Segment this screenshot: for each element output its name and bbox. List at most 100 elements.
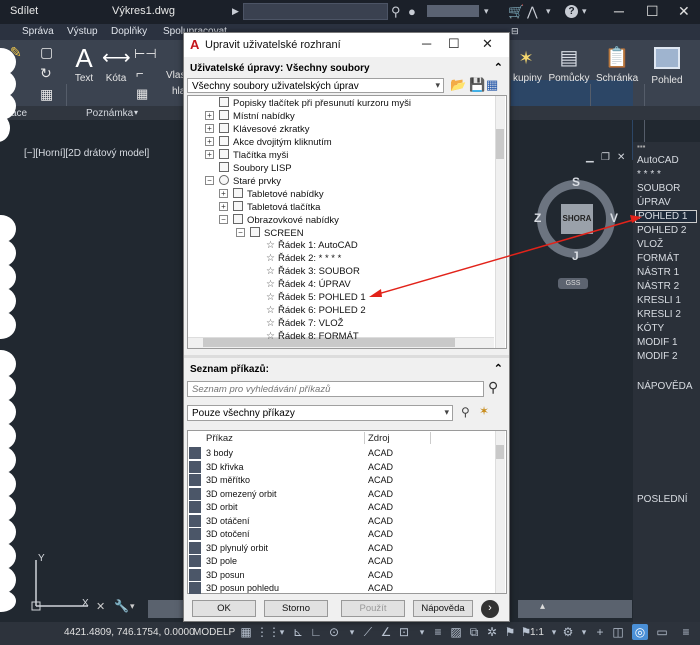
screen-menu-item[interactable]: * * * *	[637, 169, 661, 180]
screen-menu-item[interactable]: MODIF 1	[637, 337, 678, 348]
viewport-label[interactable]: [−][Horní][2D drátový model]	[24, 148, 149, 159]
viewcube-top-face[interactable]: SHORA	[561, 204, 593, 234]
copy-icon[interactable]: ▢	[40, 44, 53, 61]
collapse-icon[interactable]: −	[219, 215, 228, 224]
table-row[interactable]: 3D plynulý orbit ACAD	[188, 541, 491, 556]
screen-menu-item[interactable]: SOUBOR	[637, 183, 680, 194]
chevron-down-icon[interactable]: ▾	[576, 624, 592, 640]
screen-menu-item[interactable]: FORMÁT	[637, 253, 679, 264]
screen-menu-item[interactable]: AutoCAD	[637, 155, 679, 166]
close-icon[interactable]: ✕	[96, 600, 105, 613]
customizations-panel-header[interactable]: Uživatelské úpravy: Všechny soubory ⌃	[184, 61, 509, 77]
chevron-down-icon[interactable]: ▾	[414, 624, 430, 640]
column-divider[interactable]	[430, 432, 431, 444]
command-line-input[interactable]	[148, 600, 184, 618]
tree-item[interactable]: ☆ Řádek 7: VLOŽ	[266, 318, 343, 331]
screen-menu-item[interactable]: ÚPRAV	[637, 197, 671, 208]
3d-osnap-icon[interactable]: ✲	[484, 624, 500, 640]
selection-cycling-icon[interactable]: ⧉	[466, 624, 482, 640]
compass-west[interactable]: Z	[534, 211, 541, 225]
linear-dim-icon[interactable]: ⊢⊣	[134, 46, 157, 62]
isolate-icon[interactable]: ◫	[610, 624, 626, 640]
screen-menu-item[interactable]: KRESLI 2	[637, 309, 681, 320]
snap-icon[interactable]: ⋮⋮	[256, 624, 280, 640]
search-input[interactable]	[243, 3, 388, 20]
tree-item[interactable]: − Obrazovkové nabídky	[219, 214, 339, 227]
table-row[interactable]: 3D omezený orbit ACAD	[188, 487, 491, 502]
open-file-icon[interactable]: 📂	[450, 77, 466, 93]
tree-item[interactable]: ☆ Řádek 6: POHLED 2	[266, 305, 366, 318]
save-icon[interactable]: 💾	[469, 77, 485, 93]
maximize-icon[interactable]: ☐	[646, 3, 659, 19]
annotation-icon[interactable]: ⚑	[502, 624, 518, 640]
transparency-icon[interactable]: ▨	[448, 624, 464, 640]
table-row[interactable]: 3D měřítko ACAD	[188, 474, 491, 488]
commands-panel-header[interactable]: Seznam příkazů: ⌃	[184, 362, 509, 378]
tree-item[interactable]: − SCREEN	[236, 227, 304, 240]
table-icon[interactable]: ▦	[136, 86, 148, 102]
model-space-toggle[interactable]: MODELP	[193, 627, 235, 638]
search-icon[interactable]: ⚲	[391, 3, 401, 20]
clean-screen-icon[interactable]: ▭	[654, 624, 670, 640]
command-filter-select[interactable]: Pouze všechny příkazy ▾	[187, 405, 453, 421]
chevron-icon[interactable]: ▾	[130, 601, 135, 612]
table-row[interactable]: 3D pole ACAD	[188, 555, 491, 569]
help-button[interactable]: Nápověda	[413, 600, 473, 617]
dialog-title-bar[interactable]: A Upravit uživatelské rozhraní ─ ☐ ✕	[184, 33, 509, 57]
osnap-track-icon[interactable]: ∠	[378, 624, 394, 640]
user-icon[interactable]: ●	[408, 3, 416, 20]
ortho-icon[interactable]: ∟	[308, 624, 324, 640]
tree-item[interactable]: Soubory LISP	[219, 162, 292, 175]
panel-splitter[interactable]	[184, 355, 509, 358]
utilities-button[interactable]: ▤ Pomůcky	[547, 43, 591, 84]
screen-menu-item[interactable]: NÁSTR 1	[637, 267, 679, 278]
chevron-down-icon[interactable]: ▾	[582, 3, 587, 20]
collapse-icon[interactable]: ⌃	[494, 61, 503, 74]
chevron-down-icon[interactable]: ▾	[134, 108, 138, 117]
column-header-command[interactable]: Příkaz	[206, 433, 233, 444]
maximize-icon[interactable]: ☐	[448, 36, 460, 52]
help-icon[interactable]: ?	[565, 5, 578, 18]
infer-icon[interactable]: ⊾	[290, 624, 306, 640]
leader-icon[interactable]: ⌐	[136, 66, 144, 81]
chevron-down-icon[interactable]: ▾	[344, 624, 360, 640]
cancel-button[interactable]: Storno	[264, 600, 328, 617]
tree-item[interactable]: + Akce dvojitým kliknutím	[205, 136, 332, 149]
chevron-down-icon[interactable]: ▾	[274, 624, 290, 640]
customization-file-select[interactable]: Všechny soubory uživatelských úprav ▾	[187, 78, 444, 93]
screen-menu-item[interactable]: POHLED 2	[637, 225, 686, 236]
column-divider[interactable]	[364, 432, 365, 444]
chevron-down-icon[interactable]: ▾	[484, 3, 489, 20]
table-row[interactable]: 3D posun pohledu ACAD	[188, 582, 491, 596]
restore-icon[interactable]: ❐	[601, 152, 610, 163]
gear-icon[interactable]: ⚙	[560, 624, 576, 640]
tree-item[interactable]: + Tabletové nabídky	[219, 188, 324, 201]
table-row[interactable]: 3D křivka ACAD	[188, 460, 491, 475]
hardware-accel-icon[interactable]: ◎	[632, 624, 648, 640]
chevron-up-icon[interactable]: ▴	[540, 601, 545, 612]
minimize-icon[interactable]: ▁	[586, 152, 594, 163]
table-row[interactable]: 3D posun ACAD	[188, 568, 491, 583]
tree-scroll-thumb[interactable]	[496, 129, 504, 159]
compass-east[interactable]: V	[610, 211, 618, 225]
screen-menu-item-selected[interactable]: POHLED 1	[635, 210, 697, 223]
share-label[interactable]: Sdílet	[10, 5, 38, 17]
tab-output[interactable]: Výstup	[67, 26, 98, 37]
apply-button[interactable]: Použít	[341, 600, 405, 617]
tree-item[interactable]: + Tlačítka myši	[205, 149, 288, 162]
lineweight-icon[interactable]: ≡	[430, 624, 446, 640]
ok-button[interactable]: OK	[192, 600, 256, 617]
cart-icon[interactable]: 🛒	[508, 3, 524, 20]
expand-icon[interactable]: +	[219, 189, 228, 198]
network-icon[interactable]: ⋀	[527, 3, 538, 20]
tree-item[interactable]: ☆ Řádek 2: * * * *	[266, 253, 341, 266]
grid-icon[interactable]: ▦	[238, 624, 254, 640]
tree-item[interactable]: ☆ Řádek 8: FORMÁT	[266, 331, 359, 344]
minimize-icon[interactable]: ─	[614, 3, 624, 19]
search-icon[interactable]: ⚲	[488, 379, 498, 396]
minimize-icon[interactable]: ─	[422, 36, 431, 51]
expand-icon[interactable]: +	[205, 111, 214, 120]
close-icon[interactable]: ✕	[482, 36, 493, 52]
expand-icon[interactable]: +	[205, 137, 214, 146]
expand-icon[interactable]: +	[219, 202, 228, 211]
